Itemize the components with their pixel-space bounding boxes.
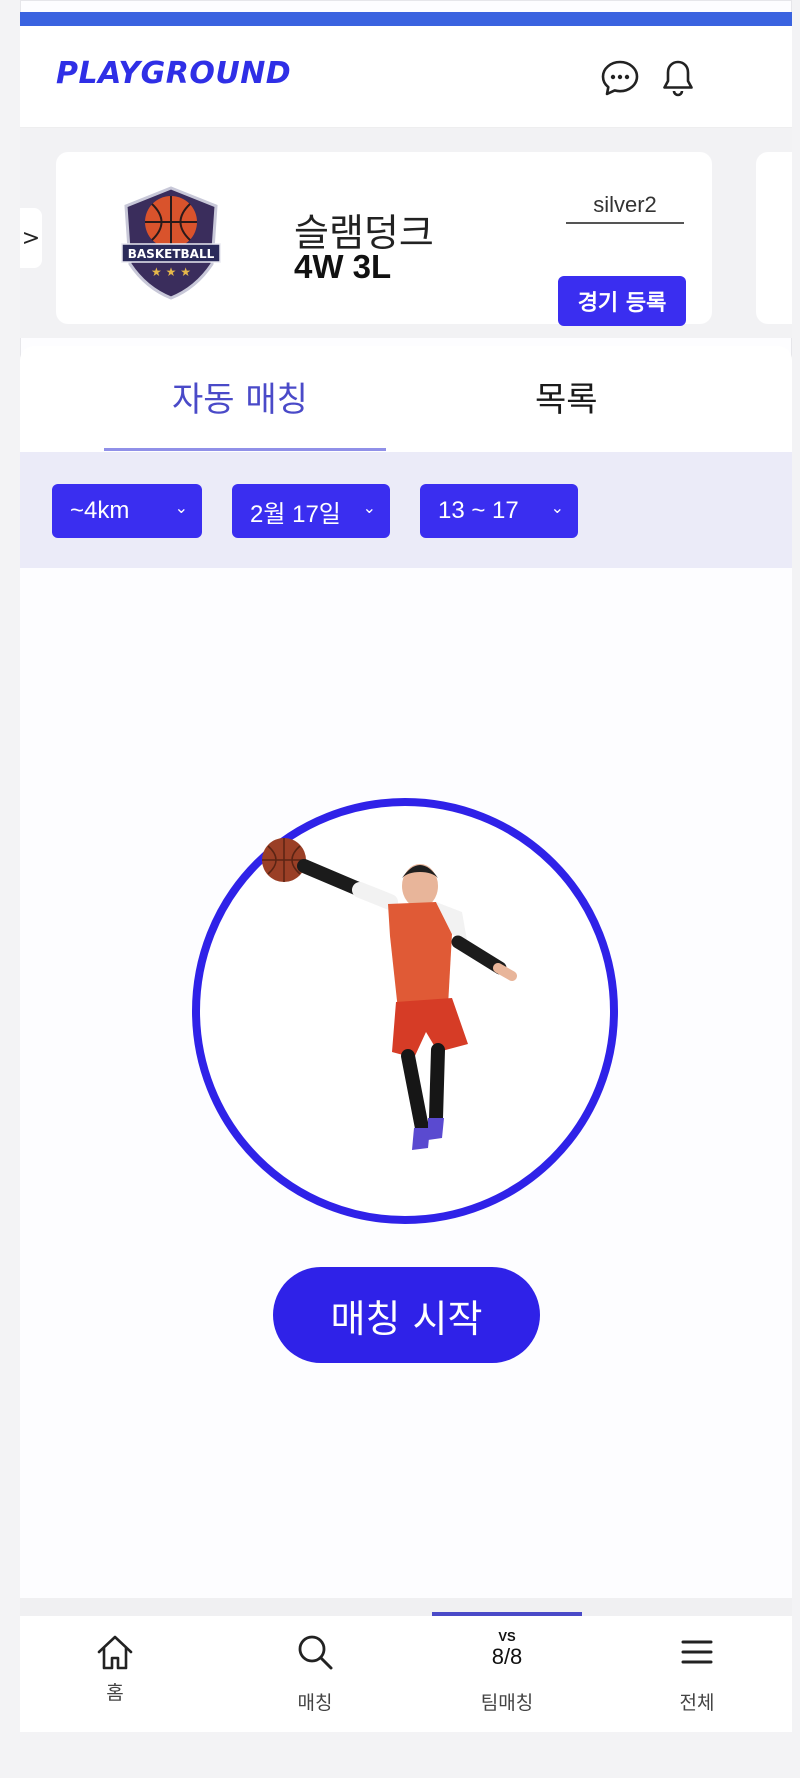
home-icon <box>97 1635 133 1670</box>
nav-label-matching: 매칭 <box>297 1692 333 1714</box>
time-filter-label: 13 ~ 17 <box>438 497 519 524</box>
nav-label-team-matching: 팀매칭 <box>480 1692 534 1714</box>
distance-filter-label: ~4km <box>70 497 130 524</box>
basketball-player-illustration <box>262 838 517 1150</box>
vs-icon: VS 8/8 <box>485 1630 529 1674</box>
team-badge-logo: BASKETBALL ★ ★ ★ <box>121 186 221 300</box>
nav-item-all[interactable]: 전체 <box>602 1616 792 1732</box>
match-tabs: 자동 매칭 목록 <box>20 346 792 452</box>
chevron-down-icon: ⌄ <box>550 500 564 517</box>
team-carousel: > BASKETBALL ★ ★ ★ 슬램덩크 4W 3L silver2 경기… <box>20 128 792 338</box>
menu-icon <box>681 1640 713 1664</box>
start-matching-button[interactable]: 매칭 시작 <box>273 1267 540 1363</box>
carousel-arrow-icon[interactable]: > <box>20 208 42 268</box>
tab-auto-matching[interactable]: 자동 매칭 <box>172 372 308 421</box>
vs-icon-text: VS <box>498 1629 516 1644</box>
app-logo[interactable]: PLAYGROUND <box>56 56 291 91</box>
team-record: 4W 3L <box>294 248 392 285</box>
register-match-button[interactable]: 경기 등록 <box>558 276 686 326</box>
app-header: PLAYGROUND <box>20 26 792 128</box>
search-icon <box>298 1635 333 1670</box>
distance-filter[interactable]: ~4km ⌄ <box>52 484 202 538</box>
time-filter[interactable]: 13 ~ 17 ⌄ <box>420 484 578 538</box>
vs-icon-sub: 8/8 <box>491 1644 523 1669</box>
nav-label-all: 전체 <box>679 1692 715 1714</box>
svg-text:★ ★ ★: ★ ★ ★ <box>151 265 191 279</box>
chevron-down-icon: ⌄ <box>362 500 376 517</box>
bell-icon[interactable] <box>656 56 700 100</box>
bottom-navigation: 홈 매칭 VS 8/8 팀매칭 전체 <box>20 1612 792 1732</box>
filter-bar: ~4km ⌄ 2월 17일 ⌄ 13 ~ 17 ⌄ <box>20 452 792 568</box>
nav-label-home: 홈 <box>106 1682 124 1704</box>
next-team-card[interactable] <box>756 152 792 324</box>
team-badge-text: BASKETBALL <box>128 247 215 261</box>
chevron-down-icon: ⌄ <box>174 500 188 517</box>
date-filter[interactable]: 2월 17일 ⌄ <box>232 484 390 538</box>
active-tab-indicator <box>104 448 386 451</box>
nav-item-home[interactable]: 홈 <box>20 1616 210 1732</box>
team-tier: silver2 <box>566 192 684 224</box>
nav-item-team-matching[interactable]: VS 8/8 팀매칭 <box>412 1616 602 1732</box>
nav-item-matching[interactable]: 매칭 <box>220 1616 410 1732</box>
matching-illustration <box>192 798 618 1224</box>
team-card[interactable]: BASKETBALL ★ ★ ★ 슬램덩크 4W 3L silver2 경기 등… <box>56 152 712 326</box>
chat-bubble-icon[interactable] <box>598 56 642 100</box>
tab-list[interactable]: 목록 <box>535 372 598 421</box>
date-filter-label: 2월 17일 <box>250 500 341 528</box>
top-accent-bar <box>20 12 792 26</box>
bottom-separator <box>20 1598 792 1616</box>
